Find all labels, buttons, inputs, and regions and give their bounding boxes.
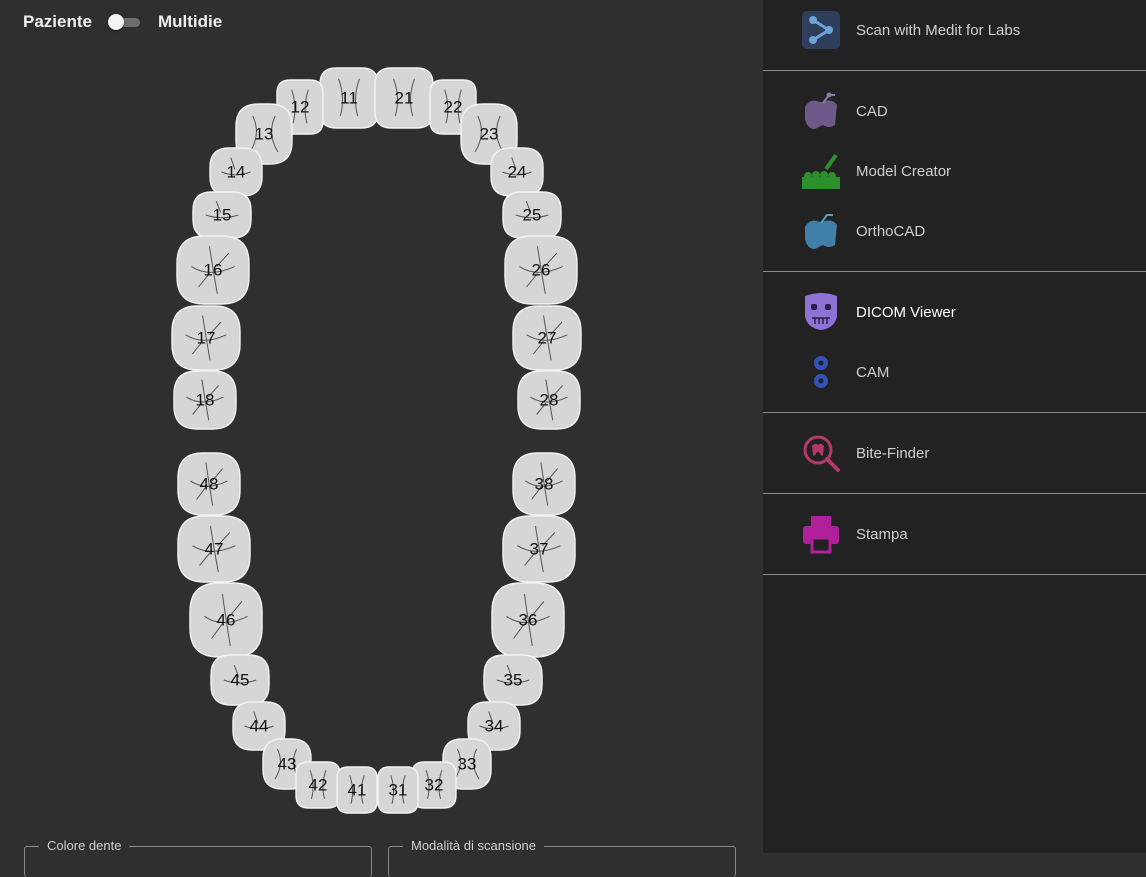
tooth-shape[interactable] — [502, 191, 562, 239]
tooth-15[interactable]: 15 — [192, 191, 252, 239]
tooth-color-fieldset: Colore dente — [24, 838, 372, 877]
tooth-21[interactable]: 21 — [374, 67, 434, 129]
menu-item-model-creator[interactable]: Model Creator — [763, 141, 1146, 201]
tooth-42[interactable]: 42 — [295, 761, 341, 809]
tooth-41[interactable]: 41 — [336, 766, 378, 814]
tooth-18[interactable]: 18 — [173, 370, 237, 430]
menu-group: Scan with Medit for Labs — [763, 0, 1146, 71]
tooth-35[interactable]: 35 — [483, 654, 543, 706]
tooth-37[interactable]: 37 — [502, 515, 576, 583]
tooth-45[interactable]: 45 — [210, 654, 270, 706]
tooth-shape[interactable] — [483, 654, 543, 706]
menu-group: Stampa — [763, 494, 1146, 575]
menu-item-cam[interactable]: CAM — [763, 342, 1146, 402]
tooth-shape[interactable] — [210, 654, 270, 706]
tooth-11[interactable]: 11 — [319, 67, 379, 129]
tooth-46[interactable]: 46 — [189, 582, 263, 658]
menu-item-dicom-viewer[interactable]: DICOM Viewer — [763, 282, 1146, 342]
app-launcher-menu: Scan with Medit for Labs CAD Model Creator… — [763, 0, 1146, 853]
menu-item-label: Scan with Medit for Labs — [856, 21, 1021, 39]
menu-item-cad[interactable]: CAD — [763, 81, 1146, 141]
dental-arch-chart: 11 2112 2213 2314 2415 2516 2617 2718 2848 3847 37… — [171, 67, 582, 814]
tooth-shape[interactable] — [374, 67, 434, 129]
tooth-chart-panel: Paziente Multidie 11 21 12 22 13 23 14 24 15 25 16… — [0, 0, 763, 877]
share-node-icon — [800, 9, 842, 51]
tooth-shape[interactable] — [319, 67, 379, 129]
cam-gear-icon — [800, 351, 842, 393]
menu-group: CAD Model Creator OrthoCAD — [763, 71, 1146, 272]
tooth-25[interactable]: 25 — [502, 191, 562, 239]
tooth-27[interactable]: 27 — [512, 305, 582, 371]
printer-icon — [800, 513, 842, 555]
tooth-16[interactable]: 16 — [176, 235, 250, 305]
orthocad-tooth-icon — [800, 210, 842, 252]
tooth-shape[interactable] — [377, 766, 419, 814]
menu-group: Bite-Finder — [763, 413, 1146, 494]
tooth-shape[interactable] — [209, 147, 263, 197]
tooth-47[interactable]: 47 — [177, 515, 251, 583]
tooth-31[interactable]: 31 — [377, 766, 419, 814]
tooth-24[interactable]: 24 — [490, 147, 544, 197]
tooth-26[interactable]: 26 — [504, 235, 578, 305]
scan-mode-fieldset: Modalità di scansione — [388, 838, 736, 877]
dicom-skull-icon — [800, 291, 842, 333]
bite-finder-icon — [800, 432, 842, 474]
tooth-shape[interactable] — [192, 191, 252, 239]
menu-item-scan-with-medit-for-labs[interactable]: Scan with Medit for Labs — [763, 0, 1146, 60]
tooth-14[interactable]: 14 — [209, 147, 263, 197]
tooth-48[interactable]: 48 — [177, 452, 241, 516]
tooth-shape[interactable] — [295, 761, 341, 809]
tooth-38[interactable]: 38 — [512, 452, 576, 516]
scan-mode-legend: Modalità di scansione — [403, 838, 545, 854]
menu-item-label: Model Creator — [856, 162, 952, 180]
tooth-shape[interactable] — [336, 766, 378, 814]
menu-item-orthocad[interactable]: OrthoCAD — [763, 201, 1146, 261]
tooth-color-legend: Colore dente — [39, 838, 130, 854]
tooth-shape[interactable] — [490, 147, 544, 197]
tooth-28[interactable]: 28 — [517, 370, 581, 430]
menu-item-label: CAM — [856, 363, 890, 381]
menu-item-label: OrthoCAD — [856, 222, 926, 240]
menu-item-label: Bite-Finder — [856, 444, 930, 462]
tooth-36[interactable]: 36 — [491, 582, 565, 658]
menu-item-label: Stampa — [856, 525, 908, 543]
tooth-17[interactable]: 17 — [171, 305, 241, 371]
menu-item-label: DICOM Viewer — [856, 303, 956, 321]
menu-group: DICOM Viewer CAM — [763, 272, 1146, 413]
menu-item-stampa[interactable]: Stampa — [763, 504, 1146, 564]
menu-item-label: CAD — [856, 102, 888, 120]
cad-tooth-icon — [800, 90, 842, 132]
model-creator-icon — [800, 150, 842, 192]
menu-item-bite-finder[interactable]: Bite-Finder — [763, 423, 1146, 483]
